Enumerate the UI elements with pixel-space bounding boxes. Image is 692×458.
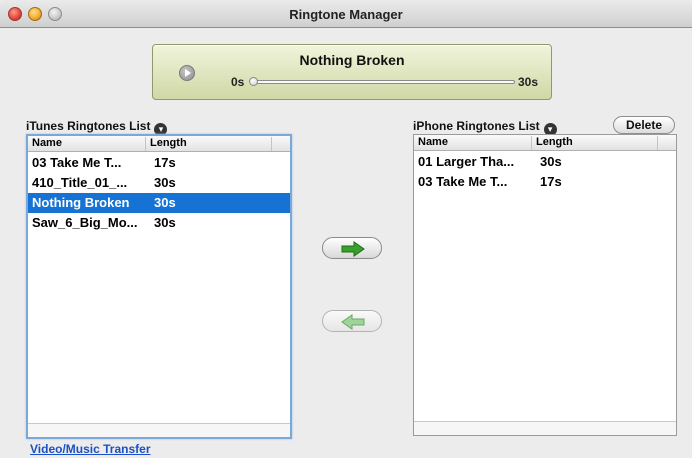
ringtone-length: 30s xyxy=(154,195,176,210)
iphone-rows: 01 Larger Tha... 30s 03 Take Me T... 17s xyxy=(414,152,676,192)
table-row[interactable]: Nothing Broken 30s xyxy=(28,193,290,213)
play-button[interactable] xyxy=(179,65,195,81)
ringtone-name: 03 Take Me T... xyxy=(418,174,508,189)
ringtone-length: 17s xyxy=(540,174,562,189)
ringtone-length: 30s xyxy=(154,215,176,230)
ringtone-length: 17s xyxy=(154,155,176,170)
video-music-transfer-link[interactable]: Video/Music Transfer xyxy=(30,442,151,456)
transfer-to-iphone-button[interactable] xyxy=(322,237,382,259)
column-header-name[interactable]: Name xyxy=(28,137,146,151)
title-bar: Ringtone Manager xyxy=(0,0,692,28)
ringtone-name: 03 Take Me T... xyxy=(32,155,122,170)
time-start-label: 0s xyxy=(231,75,245,89)
arrow-right-icon xyxy=(341,241,365,257)
playback-slider[interactable] xyxy=(251,80,515,84)
table-row[interactable]: 410_Title_01_... 30s xyxy=(28,173,290,193)
time-end-label: 30s xyxy=(518,75,539,89)
ringtone-name: 01 Larger Tha... xyxy=(418,154,515,169)
iphone-ringtones-list[interactable]: Name Length 01 Larger Tha... 30s 03 Take M… xyxy=(413,134,677,436)
iphone-list-title: iPhone Ringtones List xyxy=(413,119,540,133)
now-playing-title: Nothing Broken xyxy=(299,52,405,68)
ringtone-length: 30s xyxy=(540,154,562,169)
ringtone-name: Nothing Broken xyxy=(32,195,130,210)
transfer-to-itunes-button[interactable] xyxy=(322,310,382,332)
delete-button[interactable]: Delete xyxy=(613,116,675,134)
table-row[interactable]: 03 Take Me T... 17s xyxy=(28,153,290,173)
ringtone-name: 410_Title_01_... xyxy=(32,175,128,190)
table-row[interactable]: 01 Larger Tha... 30s xyxy=(414,152,676,172)
column-header-length[interactable]: Length xyxy=(146,137,272,151)
ringtone-name: Saw_6_Big_Mo... xyxy=(32,215,138,230)
column-header-name[interactable]: Name xyxy=(414,136,532,150)
itunes-rows: 03 Take Me T... 17s 410_Title_01_... 30s Not… xyxy=(28,153,290,233)
column-header-length[interactable]: Length xyxy=(532,136,658,150)
ringtone-length: 30s xyxy=(154,175,176,190)
window-title: Ringtone Manager xyxy=(289,7,403,22)
table-row[interactable]: 03 Take Me T... 17s xyxy=(414,172,676,192)
player-panel: Nothing Broken 0s 30s xyxy=(152,44,552,100)
itunes-list-title: iTunes Ringtones List xyxy=(26,119,151,133)
arrow-left-icon xyxy=(341,314,365,330)
table-row[interactable]: Saw_6_Big_Mo... 30s xyxy=(28,213,290,233)
itunes-ringtones-list[interactable]: Name Length 03 Take Me T... 17s 410_Title_… xyxy=(26,134,292,439)
list-footer xyxy=(414,421,676,435)
list-footer xyxy=(28,423,290,437)
list-header: Name Length xyxy=(414,135,676,151)
playback-slider-thumb[interactable] xyxy=(249,77,258,86)
list-header: Name Length xyxy=(28,136,290,152)
